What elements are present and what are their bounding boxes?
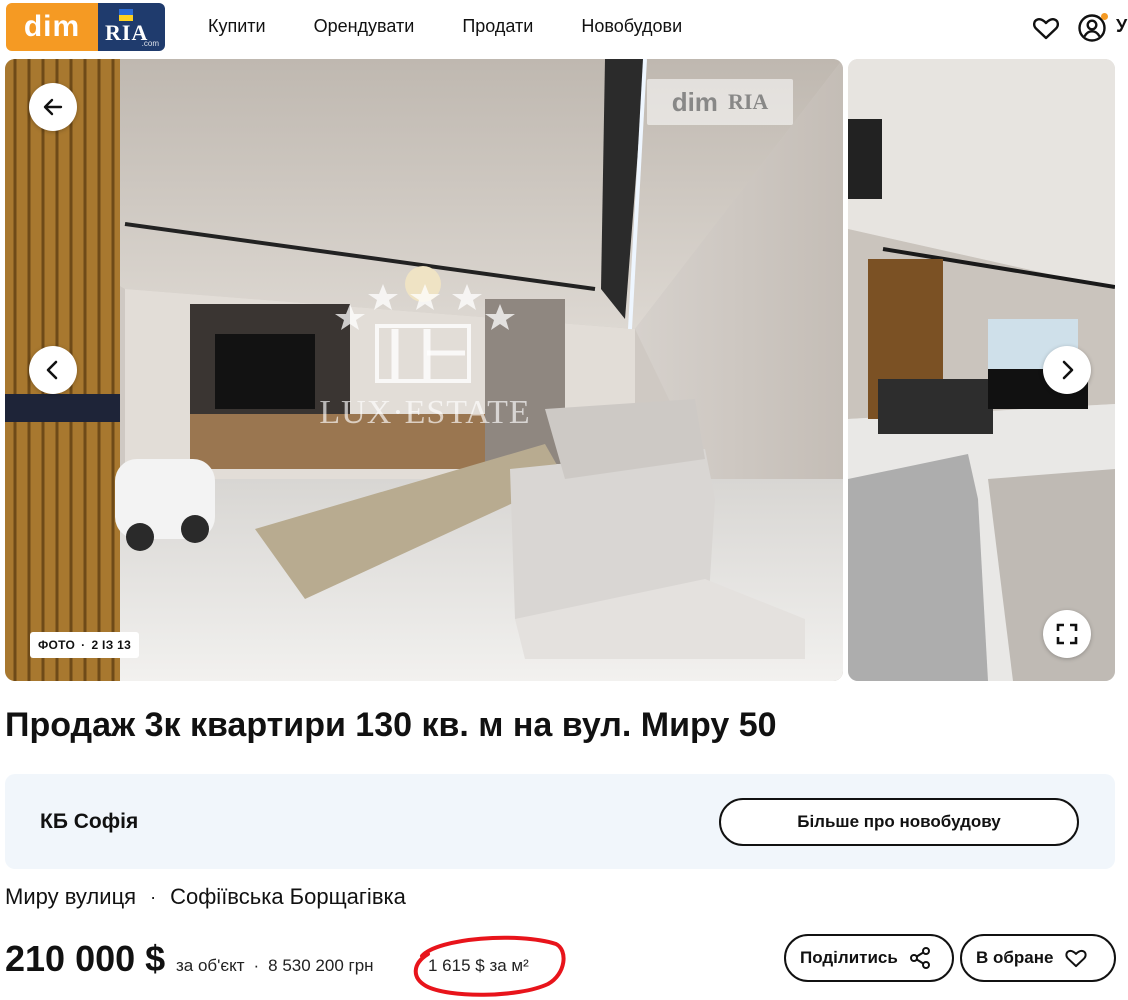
share-button[interactable]: Поділитись: [784, 934, 954, 982]
back-button[interactable]: [29, 83, 77, 131]
chevron-right-icon: [1062, 360, 1074, 380]
add-to-favorites-button[interactable]: В обране: [960, 934, 1116, 982]
nav-new-buildings[interactable]: Новобудови: [581, 16, 682, 37]
listing-address: Миру вулиця · Софіївська Борщагівка: [5, 884, 406, 910]
user-account-icon[interactable]: [1076, 12, 1108, 44]
complex-name[interactable]: КБ Софія: [40, 810, 138, 834]
listing-title: Продаж 3к квартири 130 кв. м на вул. Мир…: [5, 706, 777, 744]
more-about-complex-button[interactable]: Більше про новобудову: [719, 798, 1079, 846]
share-icon: [909, 947, 930, 969]
fullscreen-button[interactable]: [1043, 610, 1091, 658]
fullscreen-icon: [1056, 623, 1078, 645]
district-link[interactable]: Софіївська Борщагівка: [170, 884, 406, 910]
dim-ria-watermark: dim RIA: [647, 79, 793, 125]
photo-counter-label: ФОТО: [38, 638, 76, 652]
lux-estate-logo-icon: [335, 284, 515, 383]
chevron-left-icon: [46, 360, 58, 380]
top-header: dim RIA .com Купити Орендувати Продати Н…: [0, 0, 1128, 56]
address-separator: ·: [150, 886, 157, 907]
logo-com-text: .com: [141, 39, 159, 48]
nav-sell[interactable]: Продати: [462, 16, 533, 37]
nav-buy[interactable]: Купити: [208, 16, 266, 37]
watermark-dim-text: dim: [671, 86, 718, 117]
photo-counter: ФОТО · 2 ІЗ 13: [30, 632, 140, 658]
price-unit: за об'єкт: [176, 956, 245, 975]
price-usd: 210 000 $: [5, 938, 166, 979]
user-initial[interactable]: У: [1116, 16, 1127, 37]
heart-icon: [1065, 949, 1088, 968]
main-photo[interactable]: dim RIA LUX·ESTATE: [5, 59, 843, 681]
lux-estate-text: LUX·ESTATE: [319, 394, 531, 431]
price-separator: ·: [253, 956, 260, 975]
notification-dot: [1101, 13, 1108, 20]
price-details: за об'єкт · 8 530 200 грн: [176, 956, 374, 976]
lux-estate-watermark: LUX·ESTATE: [295, 284, 555, 504]
main-nav: Купити Орендувати Продати Новобудови: [208, 16, 682, 37]
photo-counter-separator: ·: [81, 638, 86, 652]
favorites-button-label: В обране: [976, 948, 1054, 967]
header-actions: [1030, 12, 1108, 44]
red-highlight-oval: [413, 935, 566, 997]
logo-ria-part: RIA .com: [98, 3, 165, 51]
dim-ria-logo[interactable]: dim RIA .com: [6, 3, 165, 51]
street-link[interactable]: Миру вулиця: [5, 884, 136, 910]
previous-photo-button[interactable]: [29, 346, 77, 394]
photo-counter-value: 2 ІЗ 13: [91, 638, 132, 652]
watermark-ria-text: RIA: [727, 89, 769, 114]
next-photo-button[interactable]: [1043, 346, 1091, 394]
price-uah: 8 530 200 грн: [268, 956, 374, 975]
arrow-left-icon: [43, 98, 63, 116]
logo-dim-part: dim: [6, 3, 98, 51]
favorites-heart-icon[interactable]: [1030, 12, 1062, 44]
nav-rent[interactable]: Орендувати: [314, 16, 415, 37]
share-button-label: Поділитись: [800, 948, 898, 967]
photo-gallery: dim RIA LUX·ESTATE ФОТО · 2 ІЗ 13: [5, 59, 1115, 681]
residential-complex-card: КБ Софія Більше про новобудову: [5, 774, 1115, 869]
